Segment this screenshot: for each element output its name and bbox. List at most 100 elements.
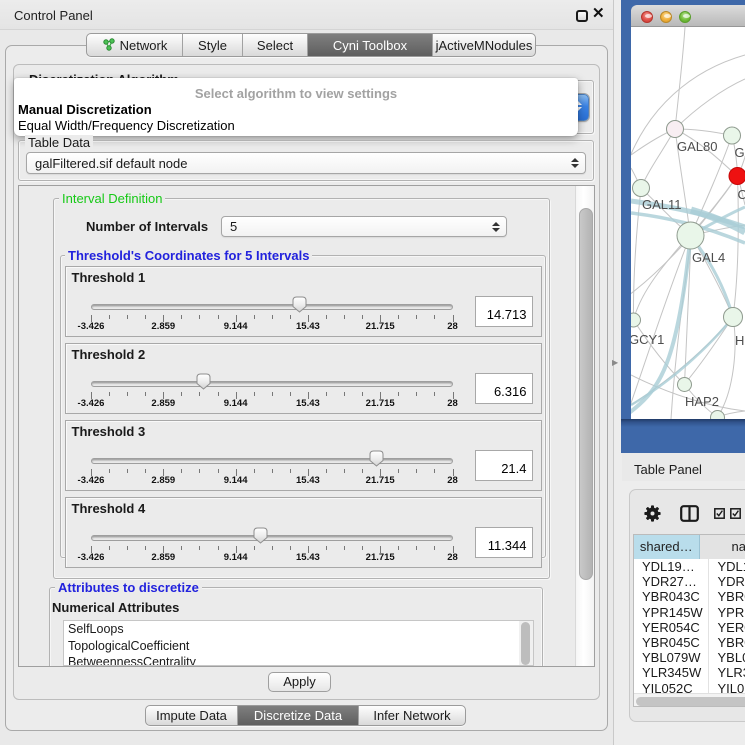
table-row[interactable]: YER054CYER0: [634, 620, 745, 635]
network-node[interactable]: [724, 308, 743, 327]
slider-tick: [145, 546, 146, 550]
threshold-value-field[interactable]: [475, 450, 533, 481]
tab-infer-network[interactable]: Infer Network: [359, 706, 465, 725]
table-row[interactable]: YBR043CYBR0: [634, 589, 745, 604]
threshold-value-field[interactable]: [475, 527, 533, 558]
attributes-list-scrollbar[interactable]: [519, 621, 533, 666]
tab-impute-data[interactable]: Impute Data: [146, 706, 238, 725]
network-node[interactable]: [677, 222, 704, 249]
slider-tick: [434, 469, 435, 473]
attribute-list-item[interactable]: SelfLoops: [64, 621, 533, 638]
split-columns-icon[interactable]: [680, 505, 699, 522]
attributes-list[interactable]: SelfLoopsTopologicalCoefficientBetweenne…: [63, 620, 534, 666]
network-node[interactable]: [711, 411, 725, 420]
slider-tick: [272, 392, 273, 396]
slider-tick: [181, 546, 182, 550]
table-row[interactable]: YBL079WYBL0: [634, 650, 745, 665]
slider-tick: [434, 315, 435, 319]
popup-option-equal-width[interactable]: Equal Width/Frequency Discretization: [18, 118, 235, 133]
tab-jactivemnodules[interactable]: jActiveMNodules: [433, 34, 535, 56]
cell-shared-name: YBR043C: [634, 589, 709, 604]
number-of-intervals-combobox[interactable]: 5: [221, 216, 507, 237]
table-panel-titlebar: Table Panel: [622, 453, 745, 481]
slider-thumb[interactable]: [292, 296, 307, 313]
splitter-arrow-icon[interactable]: ▶: [612, 358, 618, 367]
threshold-label: Threshold 4: [72, 501, 146, 516]
attribute-list-item[interactable]: BetweennessCentrality: [64, 654, 533, 666]
slider-tick-label: -3.426: [66, 398, 116, 409]
apply-button[interactable]: Apply: [268, 672, 331, 692]
network-view-canvas[interactable]: GAL80GACGAL11GAL4GCY1HHAP2: [631, 27, 745, 419]
slider-tick: [254, 469, 255, 473]
gear-icon[interactable]: [644, 505, 661, 522]
tab-impute-data-label: Impute Data: [156, 708, 227, 723]
network-node[interactable]: [729, 168, 745, 185]
slider-tick: [290, 469, 291, 473]
table-row[interactable]: YDL19…YDL1: [634, 559, 745, 574]
threshold-panel-3: Threshold 3-3.4262.8599.14415.4321.71528: [65, 420, 542, 492]
slider-tick: [218, 392, 219, 396]
slider-thumb[interactable]: [369, 450, 384, 467]
slider-tick: [254, 315, 255, 319]
slider-tick: [145, 392, 146, 396]
checkbox-checked-icon[interactable]: [714, 508, 725, 519]
slider-tick: [127, 392, 128, 396]
slider-tick: [254, 546, 255, 550]
scrollbar-thumb[interactable]: [636, 697, 745, 706]
tab-select[interactable]: Select: [243, 34, 308, 56]
attribute-list-item[interactable]: TopologicalCoefficient: [64, 638, 533, 655]
column-header-name[interactable]: na: [700, 535, 745, 559]
tab-style[interactable]: Style: [183, 34, 243, 56]
table-horizontal-scrollbar[interactable]: [634, 693, 745, 707]
close-icon[interactable]: ✕: [592, 4, 605, 22]
slider-tick: [398, 392, 399, 396]
scrollbar-thumb[interactable]: [521, 622, 530, 665]
threshold-value-field[interactable]: [475, 296, 533, 327]
threshold-value-field[interactable]: [475, 373, 533, 404]
zoom-traffic-light[interactable]: [679, 11, 691, 23]
scrollbar-thumb[interactable]: [579, 208, 593, 580]
settings-vertical-scrollbar[interactable]: [575, 186, 595, 666]
column-header-shared-name[interactable]: shared…: [634, 535, 700, 559]
network-node[interactable]: [633, 180, 650, 197]
network-node[interactable]: [724, 127, 741, 144]
tab-discretize-data[interactable]: Discretize Data: [238, 706, 359, 725]
slider-tick: [218, 469, 219, 473]
float-window-icon[interactable]: [576, 10, 588, 22]
table-row[interactable]: YLR345WYLR3: [634, 665, 745, 680]
slider-tick-label: 2.859: [138, 552, 188, 563]
threshold-panel-2: Threshold 2-3.4262.8599.14415.4321.71528: [65, 343, 542, 415]
tab-network-label: Network: [120, 38, 168, 53]
slider-tick-label: 21.715: [355, 398, 405, 409]
threshold-label: Threshold 1: [72, 270, 146, 285]
popup-option-manual-discretization[interactable]: Manual Discretization: [18, 102, 152, 117]
slider-tick: [290, 392, 291, 396]
slider-tick: [326, 469, 327, 473]
table-data-value: galFiltered.sif default node: [27, 156, 570, 171]
tab-cyni-toolbox[interactable]: Cyni Toolbox: [308, 34, 433, 56]
network-node[interactable]: [678, 378, 692, 392]
network-window-titlebar[interactable]: [631, 5, 745, 27]
table-row[interactable]: YIL052CYIL0: [634, 681, 745, 694]
cell-shared-name: YIL052C: [634, 681, 709, 694]
slider-thumb[interactable]: [196, 373, 211, 390]
table-row[interactable]: YBR045CYBR0: [634, 635, 745, 650]
slider-thumb[interactable]: [253, 527, 268, 544]
tab-network[interactable]: Network: [87, 34, 183, 56]
network-node[interactable]: [631, 313, 641, 327]
checkbox-checked-icon[interactable]: [730, 508, 741, 519]
table-row[interactable]: YPR145WYPR1: [634, 605, 745, 620]
slider-track[interactable]: [91, 381, 453, 388]
table-panel-title: Table Panel: [634, 462, 702, 477]
slider-track[interactable]: [91, 304, 453, 311]
network-node[interactable]: [667, 121, 684, 138]
close-traffic-light[interactable]: [641, 11, 653, 23]
cell-name: YDR2: [709, 574, 745, 589]
table-data-combobox[interactable]: galFiltered.sif default node: [26, 152, 586, 174]
slider-track[interactable]: [91, 535, 453, 542]
slider-track[interactable]: [91, 458, 453, 465]
tab-infer-network-label: Infer Network: [373, 708, 450, 723]
minimize-traffic-light[interactable]: [660, 11, 672, 23]
table-row[interactable]: YDR27…YDR2: [634, 574, 745, 589]
number-of-intervals-label: Number of Intervals: [86, 219, 208, 234]
